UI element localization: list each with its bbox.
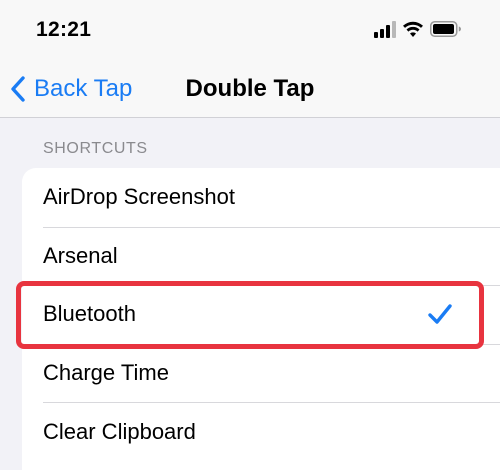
page-title: Double Tap [0, 75, 500, 103]
list-item[interactable]: AirDrop Screenshot [22, 168, 500, 227]
status-time: 12:21 [36, 18, 92, 41]
status-bar: 12:21 [0, 0, 500, 62]
list-item[interactable]: Arsenal [22, 226, 500, 286]
section-header: SHORTCUTS [43, 140, 148, 157]
page-title-text: Double Tap [185, 75, 315, 102]
navigation-bar: Back Tap Double Tap [0, 62, 500, 118]
wifi-icon [403, 21, 423, 37]
checkmark-icon [428, 304, 452, 325]
list-item[interactable]: Clear Clipboard [22, 402, 500, 461]
list-item-label: Arsenal [43, 242, 118, 268]
list-item-selected[interactable]: Bluetooth [22, 285, 500, 344]
list-item-label: AirDrop Screenshot [43, 184, 235, 210]
shortcuts-list: AirDrop Screenshot Arsenal Bluetooth Cha… [22, 168, 500, 470]
list-item[interactable]: Charge Time [22, 343, 500, 403]
list-item-label: Charge Time [43, 360, 169, 386]
list-item-label: Clear Clipboard [43, 418, 196, 444]
cellular-signal-icon [374, 21, 396, 38]
list-item-label: Bluetooth [43, 301, 136, 327]
battery-icon [430, 21, 461, 37]
